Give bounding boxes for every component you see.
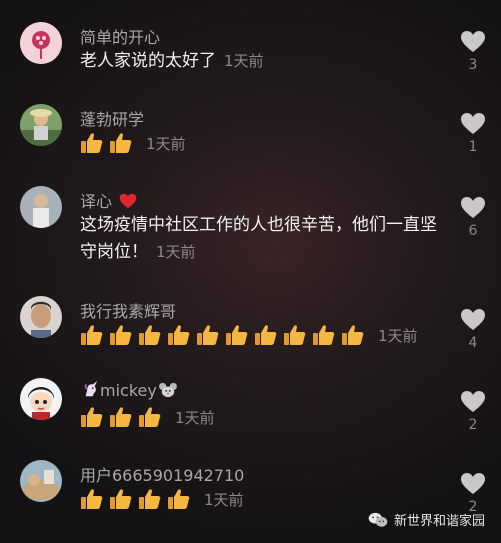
red-heart-icon [119, 193, 137, 209]
wechat-icon [368, 512, 388, 527]
thumbs-up-icon [110, 325, 132, 345]
heart-icon [461, 391, 485, 412]
avatar-flower-image [20, 22, 62, 64]
comment-time: 1天前 [204, 490, 244, 509]
unicorn-icon [84, 380, 98, 397]
like-count: 6 [468, 223, 478, 239]
thumbs-up-icon [81, 133, 103, 153]
mouse-icon [158, 382, 177, 398]
comment-text: 1天前 [80, 404, 440, 432]
avatar[interactable] [20, 186, 62, 228]
comment-time: 1天前 [378, 326, 418, 345]
heart-icon [461, 473, 485, 494]
watermark-text: 新世界和谐家园 [393, 514, 485, 529]
thumbs-up-icon [284, 325, 306, 345]
comment-time: 1天前 [175, 408, 215, 427]
comment-time: 1天前 [224, 52, 264, 70]
comment-author[interactable]: 简单的开心 [80, 24, 160, 48]
thumbs-up-icon [110, 489, 132, 509]
like-count: 4 [468, 335, 478, 351]
thumbs-up-emoji-row [80, 130, 138, 157]
heart-icon [461, 197, 485, 218]
thumbs-up-icon [255, 325, 277, 345]
avatar[interactable] [20, 104, 62, 146]
thumbs-up-icon [81, 325, 103, 345]
comment-text: 1天前 [80, 130, 440, 158]
comment-author[interactable]: mickey [80, 380, 177, 400]
thumbs-up-icon [168, 325, 190, 345]
heart-icon [461, 113, 485, 134]
thumbs-up-emoji-row [80, 486, 196, 513]
thumbs-up-icon [197, 325, 219, 345]
like-button[interactable]: 3 [458, 30, 488, 73]
thumbs-up-icon [168, 489, 190, 509]
like-count: 2 [468, 417, 478, 433]
avatar-photo-image [20, 104, 62, 146]
thumbs-up-emoji-row [80, 404, 167, 431]
watermark: 新世界和谐家园 [368, 510, 485, 529]
comment-time: 1天前 [146, 134, 186, 153]
thumbs-up-icon [139, 407, 161, 427]
thumbs-up-icon [81, 407, 103, 427]
avatar-cartoon-image [20, 378, 62, 420]
like-count: 3 [468, 57, 478, 73]
like-count: 1 [468, 139, 478, 155]
like-button[interactable]: 4 [458, 308, 488, 351]
thumbs-up-icon [342, 325, 364, 345]
thumbs-up-icon [139, 489, 161, 509]
thumbs-up-emoji-row [80, 322, 370, 349]
like-button[interactable]: 2 [458, 472, 488, 515]
heart-icon [461, 309, 485, 330]
thumbs-up-icon [313, 325, 335, 345]
like-button[interactable]: 1 [458, 112, 488, 155]
avatar[interactable] [20, 22, 62, 64]
thumbs-up-icon [139, 325, 161, 345]
comment-text: 老人家说的太好了 1天前 [80, 51, 264, 71]
thumbs-up-icon [81, 489, 103, 509]
like-button[interactable]: 2 [458, 390, 488, 433]
thumbs-up-icon [110, 133, 132, 153]
avatar-photo-image [20, 296, 62, 338]
like-button[interactable]: 6 [458, 196, 488, 239]
avatar[interactable] [20, 378, 62, 420]
avatar[interactable] [20, 296, 62, 338]
comment-author[interactable]: 我行我素辉哥 [80, 298, 176, 322]
heart-icon [461, 31, 485, 52]
thumbs-up-icon [110, 407, 132, 427]
comment-time: 1天前 [156, 243, 196, 261]
avatar-photo-image [20, 460, 62, 502]
comment-author[interactable]: 译心 [80, 188, 137, 212]
avatar-photo-image [20, 186, 62, 228]
avatar[interactable] [20, 460, 62, 502]
comment-author[interactable]: 蓬勃研学 [80, 106, 144, 130]
comment-text: 1天前 [80, 322, 440, 350]
comment-author[interactable]: 用户6665901942710 [80, 462, 244, 486]
thumbs-up-icon [226, 325, 248, 345]
comment-text: 这场疫情中社区工作的人也很辛苦，他们一直坚守岗位！ 1天前 [80, 215, 437, 262]
